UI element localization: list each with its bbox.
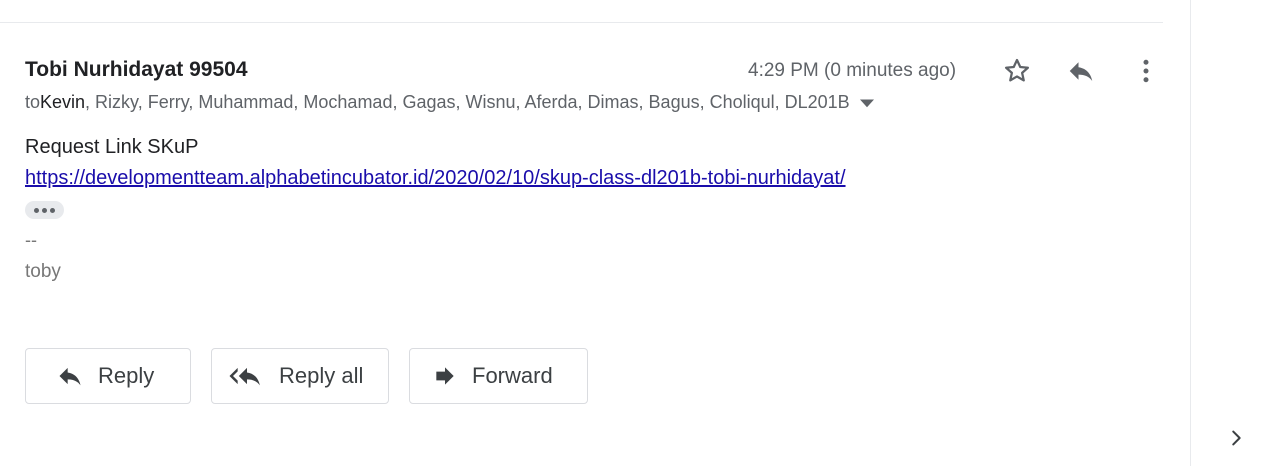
reply-icon (56, 362, 84, 390)
side-panel (1190, 0, 1280, 466)
recipients-line: to Kevin , Rizky, Ferry, Muhammad, Mocha… (25, 92, 874, 113)
reply-all-icon (229, 362, 265, 390)
reply-icon (1069, 62, 1093, 81)
dot-icon (50, 207, 55, 213)
recipients-details-button[interactable] (859, 96, 874, 110)
reply-icon-button[interactable] (1061, 51, 1101, 91)
star-button[interactable] (997, 51, 1037, 91)
signature-separator: -- (25, 230, 37, 250)
body-link[interactable]: https://developmentteam.alphabetincubato… (25, 167, 846, 190)
recipient-first: Kevin (40, 92, 86, 112)
more-options-button[interactable] (1126, 51, 1166, 91)
chevron-right-icon (1232, 430, 1241, 446)
dot-icon (34, 207, 39, 213)
forward-icon (432, 363, 458, 389)
reply-button[interactable]: Reply (25, 348, 191, 404)
reply-button-label: Reply (98, 363, 155, 388)
recipients-prefix: to (25, 92, 41, 112)
reply-all-button-label: Reply all (279, 363, 364, 388)
chevron-down-icon (859, 99, 874, 107)
dot-icon (42, 207, 47, 213)
top-divider (0, 22, 1163, 23)
expand-side-panel-button[interactable] (1222, 424, 1250, 452)
star-icon (1005, 58, 1029, 82)
forward-button[interactable]: Forward (409, 348, 588, 404)
body-text: Request Link SKuP (25, 136, 199, 158)
signature-name: toby (25, 261, 61, 282)
reply-all-button[interactable]: Reply all (211, 348, 389, 404)
message-time: 4:29 PM (0 minutes ago) (748, 60, 957, 81)
more-vert-icon (1143, 59, 1149, 83)
sender-name: Tobi Nurhidayat 99504 (25, 58, 248, 81)
forward-button-label: Forward (472, 363, 553, 388)
show-trimmed-content-button[interactable] (25, 201, 64, 219)
recipients-rest: , Rizky, Ferry, Muhammad, Mochamad, Gaga… (85, 92, 850, 112)
